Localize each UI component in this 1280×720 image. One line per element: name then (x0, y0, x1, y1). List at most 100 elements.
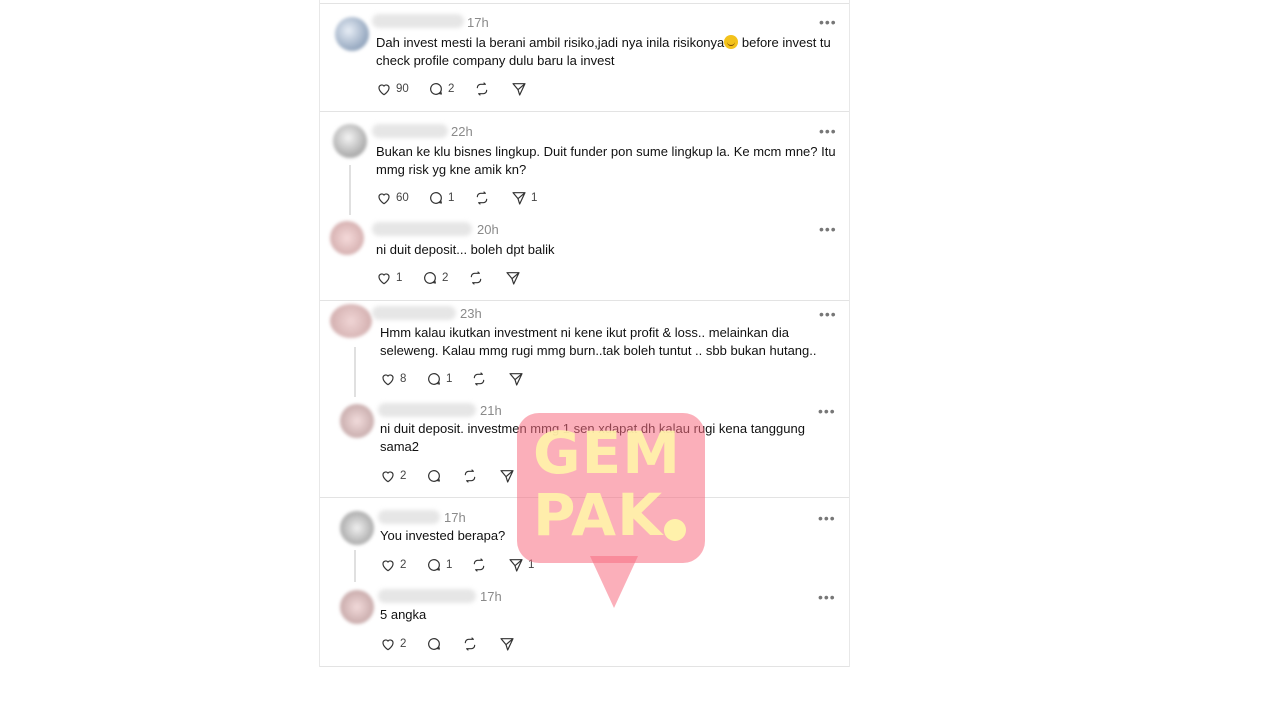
repost-button[interactable] (471, 557, 491, 573)
send-icon (512, 83, 526, 96)
more-options-icon[interactable]: ••• (819, 306, 837, 322)
like-count: 1 (396, 272, 403, 284)
like-button[interactable]: 90 (376, 81, 409, 97)
reply-post: 23h ••• Hmm kalau ikutkan investment ni … (320, 300, 851, 400)
like-count: 2 (400, 559, 407, 571)
reply-count: 1 (448, 192, 455, 204)
post-text: Dah invest mesti la berani ambil risiko,… (376, 35, 831, 68)
like-button[interactable]: 2 (380, 468, 406, 484)
username-redacted[interactable] (372, 124, 448, 138)
repost-button[interactable] (462, 468, 482, 484)
send-icon (500, 470, 514, 483)
share-count: 1 (531, 192, 538, 204)
like-button[interactable]: 2 (380, 636, 406, 652)
reply-button[interactable] (426, 468, 446, 484)
reply-post: 20h ••• ni duit deposit... boleh dpt bal… (320, 207, 851, 307)
comment-icon (430, 83, 442, 95)
comment-icon (428, 373, 440, 385)
repost-button[interactable] (474, 81, 494, 97)
repost-button[interactable] (471, 371, 491, 387)
share-button[interactable]: 1 (511, 190, 537, 206)
more-options-icon[interactable]: ••• (819, 14, 837, 30)
post-time: 20h (477, 222, 499, 237)
post-time: 17h (480, 589, 502, 604)
heart-icon (382, 639, 394, 651)
username-redacted[interactable] (378, 510, 440, 524)
repost-icon (476, 191, 488, 205)
send-icon (512, 192, 526, 205)
post-text: Bukan ke klu bisnes lingkup. Duit funder… (376, 144, 836, 177)
more-options-icon[interactable]: ••• (819, 123, 837, 139)
reply-post: 22h ••• Bukan ke klu bisnes lingkup. Dui… (320, 109, 851, 209)
like-count: 2 (400, 470, 407, 482)
like-count: 2 (400, 638, 407, 650)
share-button[interactable] (511, 81, 531, 97)
repost-icon (476, 82, 488, 96)
repost-button[interactable] (474, 190, 494, 206)
comment-icon (428, 470, 440, 482)
reply-button[interactable]: 1 (428, 190, 454, 206)
comment-icon (428, 559, 440, 571)
username-redacted[interactable] (372, 222, 472, 236)
watermark-logo-icon (664, 519, 686, 541)
grinning-emoji-icon (724, 35, 739, 49)
heart-icon (382, 471, 394, 483)
avatar[interactable] (330, 304, 372, 338)
comment-icon (430, 192, 442, 204)
avatar[interactable] (335, 17, 369, 51)
send-icon (500, 638, 514, 651)
heart-icon (378, 273, 390, 285)
repost-icon (470, 271, 482, 285)
share-button[interactable] (499, 468, 519, 484)
comment-icon (424, 272, 436, 284)
post-time: 17h (467, 15, 489, 30)
avatar[interactable] (333, 124, 367, 158)
share-button[interactable] (499, 636, 519, 652)
like-count: 8 (400, 373, 407, 385)
like-button[interactable]: 1 (376, 270, 402, 286)
heart-icon (382, 560, 394, 572)
avatar[interactable] (330, 221, 364, 255)
heart-icon (378, 84, 390, 96)
reply-button[interactable]: 2 (428, 81, 454, 97)
like-button[interactable]: 2 (380, 557, 406, 573)
comment-icon (428, 638, 440, 650)
reply-button[interactable]: 1 (426, 557, 452, 573)
reply-button[interactable]: 1 (426, 371, 452, 387)
share-button[interactable] (508, 371, 528, 387)
repost-button[interactable] (462, 636, 482, 652)
send-icon (506, 272, 520, 285)
more-options-icon[interactable]: ••• (819, 221, 837, 237)
like-button[interactable]: 60 (376, 190, 409, 206)
avatar[interactable] (340, 511, 374, 545)
post-time: 22h (451, 124, 473, 139)
heart-icon (382, 374, 394, 386)
reply-count: 1 (446, 373, 453, 385)
username-redacted[interactable] (378, 403, 476, 417)
reply-button[interactable]: 2 (422, 270, 448, 286)
username-redacted[interactable] (372, 306, 456, 320)
watermark-bolt (590, 556, 638, 608)
username-redacted[interactable] (372, 14, 464, 28)
username-redacted[interactable] (378, 589, 476, 603)
more-options-icon[interactable]: ••• (818, 589, 836, 605)
reply-count: 2 (442, 272, 449, 284)
like-button[interactable]: 8 (380, 371, 406, 387)
repost-icon (473, 372, 485, 386)
more-options-icon[interactable]: ••• (818, 510, 836, 526)
repost-icon (473, 558, 485, 572)
reply-post: 17h ••• Dah invest mesti la berani ambil… (320, 0, 851, 100)
thread-panel: 17h ••• Dah invest mesti la berani ambil… (319, 0, 850, 667)
heart-icon (378, 193, 390, 205)
reply-post: 17h ••• 5 angka 2 (320, 584, 851, 684)
post-text: Hmm kalau ikutkan investment ni kene iku… (380, 325, 817, 358)
like-count: 60 (396, 192, 409, 204)
reply-button[interactable] (426, 636, 446, 652)
post-time: 23h (460, 306, 482, 321)
send-icon (509, 373, 523, 386)
avatar[interactable] (340, 590, 374, 624)
share-button[interactable] (505, 270, 525, 286)
avatar[interactable] (340, 404, 374, 438)
more-options-icon[interactable]: ••• (818, 403, 836, 419)
repost-button[interactable] (468, 270, 488, 286)
